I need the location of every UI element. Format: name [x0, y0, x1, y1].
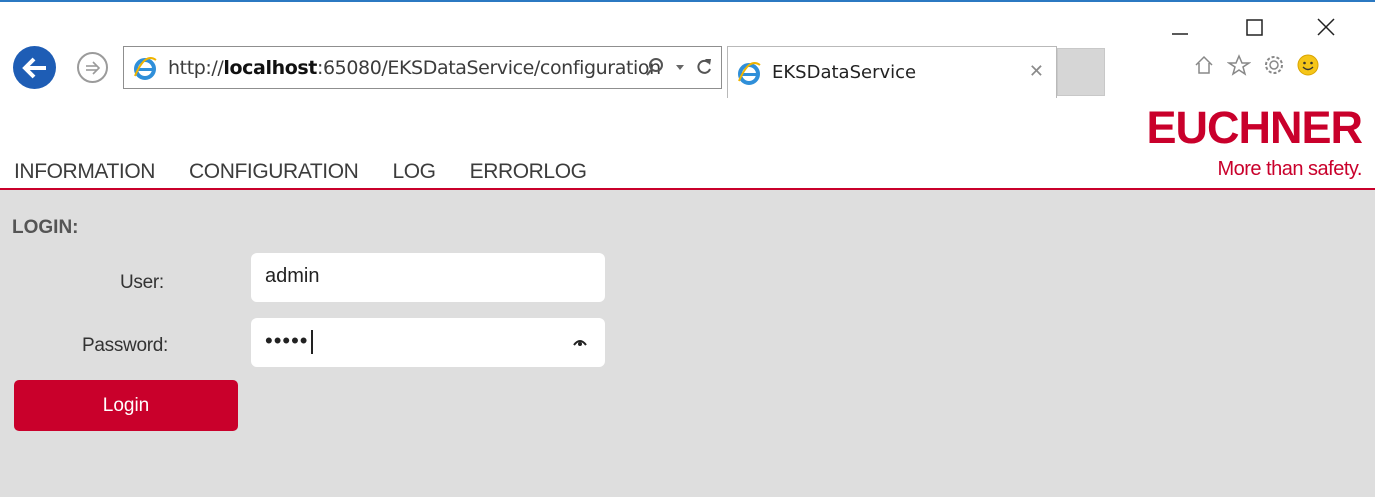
user-label: User:	[120, 272, 164, 293]
dropdown-icon[interactable]	[675, 62, 685, 72]
ie-logo-icon	[736, 60, 762, 86]
arrow-right-icon	[85, 60, 100, 75]
arrow-left-icon	[21, 57, 46, 78]
refresh-icon[interactable]	[695, 57, 713, 77]
smiley-icon[interactable]	[1297, 54, 1319, 76]
password-label: Password:	[82, 335, 169, 356]
maximize-button[interactable]	[1245, 14, 1265, 44]
password-input-value: •••••	[265, 328, 313, 355]
brand-slogan: More than safety.	[1217, 158, 1362, 180]
forward-button[interactable]	[77, 52, 108, 83]
user-input-value: admin	[265, 265, 320, 287]
browser-chrome: http://localhost:65080/EKSDataService/co…	[0, 2, 1375, 102]
tab-title: EKSDataService	[772, 62, 917, 83]
minimize-button[interactable]	[1170, 14, 1190, 44]
close-tab-icon[interactable]: ✕	[1029, 61, 1044, 82]
search-icon[interactable]	[645, 56, 665, 78]
tab-eksdataservice[interactable]: EKSDataService ✕	[727, 46, 1057, 98]
login-panel: LOGIN: User: admin Password: ••••• Login	[0, 190, 1375, 497]
nav-item-log[interactable]: LOG	[392, 160, 436, 184]
gear-icon[interactable]	[1263, 54, 1285, 76]
nav-item-information[interactable]: INFORMATION	[14, 160, 155, 184]
ie-logo-icon	[132, 55, 158, 81]
reveal-password-icon[interactable]	[573, 337, 587, 347]
euchner-logo: EUCHNER More than safety.	[1146, 102, 1363, 181]
close-window-button[interactable]	[1315, 14, 1337, 44]
browser-toolbar-icons	[1193, 54, 1319, 76]
password-input[interactable]: •••••	[251, 318, 605, 367]
address-url[interactable]: http://localhost:65080/EKSDataService/co…	[168, 57, 661, 79]
login-button[interactable]: Login	[14, 380, 238, 431]
new-tab-button[interactable]	[1057, 48, 1105, 96]
back-button[interactable]	[13, 46, 56, 89]
main-nav: INFORMATION CONFIGURATION LOG ERRORLOG	[14, 160, 587, 184]
nav-item-configuration[interactable]: CONFIGURATION	[189, 160, 359, 184]
home-icon[interactable]	[1193, 54, 1215, 76]
web-page: EUCHNER More than safety. INFORMATION CO…	[0, 102, 1375, 497]
address-bar[interactable]: http://localhost:65080/EKSDataService/co…	[123, 46, 722, 89]
nav-item-errorlog[interactable]: ERRORLOG	[470, 160, 587, 184]
user-input[interactable]: admin	[251, 253, 605, 302]
brand-name: EUCHNER	[1146, 102, 1363, 153]
login-heading: LOGIN:	[12, 217, 79, 238]
star-icon[interactable]	[1227, 54, 1251, 76]
